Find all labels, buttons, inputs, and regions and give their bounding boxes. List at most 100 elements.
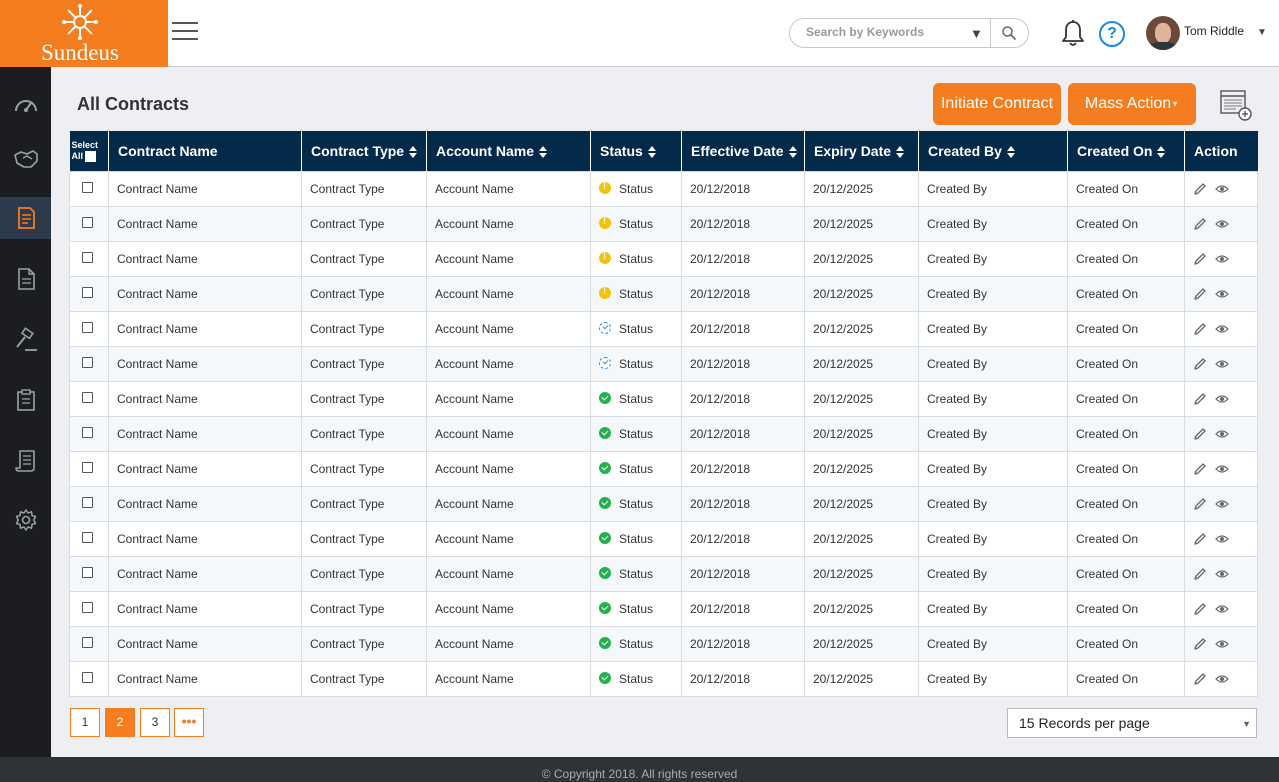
cell-contract-name[interactable]: Contract Name (108, 450, 302, 487)
column-header-account-name[interactable]: Account Name (426, 131, 591, 171)
records-per-page-select[interactable]: 15 Records per page ▼ (1007, 708, 1257, 738)
view-eye-icon[interactable] (1215, 182, 1229, 196)
sort-icon[interactable] (647, 146, 656, 159)
cell-contract-name[interactable]: Contract Name (108, 170, 302, 207)
edit-pencil-icon[interactable] (1193, 637, 1207, 651)
sidebar-item-documents[interactable] (0, 258, 51, 300)
edit-pencil-icon[interactable] (1193, 322, 1207, 336)
view-eye-icon[interactable] (1215, 252, 1229, 266)
view-eye-icon[interactable] (1215, 427, 1229, 441)
column-header-contract-name[interactable]: Contract Name (108, 131, 302, 171)
edit-pencil-icon[interactable] (1193, 182, 1207, 196)
row-checkbox[interactable] (82, 531, 93, 543)
help-icon[interactable]: ? (1099, 21, 1125, 47)
cell-contract-name[interactable]: Contract Name (108, 590, 302, 627)
row-checkbox[interactable] (82, 496, 93, 508)
row-checkbox[interactable] (82, 181, 93, 193)
mass-action-button[interactable]: Mass Action▼ (1068, 83, 1196, 125)
edit-pencil-icon[interactable] (1193, 252, 1207, 266)
row-checkbox[interactable] (82, 251, 93, 263)
notification-bell-icon[interactable] (1060, 19, 1086, 47)
sort-icon[interactable] (1006, 146, 1015, 159)
sort-icon[interactable] (896, 146, 905, 159)
view-eye-icon[interactable] (1215, 392, 1229, 406)
sort-icon[interactable] (539, 146, 548, 159)
edit-pencil-icon[interactable] (1193, 602, 1207, 616)
edit-pencil-icon[interactable] (1193, 497, 1207, 511)
edit-pencil-icon[interactable] (1193, 392, 1207, 406)
select-all-checkbox[interactable] (85, 150, 97, 162)
view-eye-icon[interactable] (1215, 287, 1229, 301)
edit-pencil-icon[interactable] (1193, 217, 1207, 231)
menu-toggle-icon[interactable] (172, 22, 198, 42)
row-checkbox[interactable] (82, 286, 93, 298)
cell-contract-name[interactable]: Contract Name (108, 660, 302, 697)
edit-pencil-icon[interactable] (1193, 427, 1207, 441)
sidebar-item-contracts[interactable] (0, 197, 51, 239)
view-eye-icon[interactable] (1215, 462, 1229, 476)
view-eye-icon[interactable] (1215, 497, 1229, 511)
search-input[interactable] (806, 25, 966, 39)
edit-pencil-icon[interactable] (1193, 462, 1207, 476)
page-button-1[interactable]: 1 (70, 708, 100, 737)
sidebar-item-records[interactable] (0, 440, 51, 482)
row-checkbox[interactable] (82, 601, 93, 613)
page-button-2[interactable]: 2 (105, 708, 135, 737)
sidebar-item-legal[interactable] (0, 319, 51, 361)
view-eye-icon[interactable] (1215, 217, 1229, 231)
select-all-header[interactable]: Select All (69, 131, 109, 171)
edit-pencil-icon[interactable] (1193, 532, 1207, 546)
cell-contract-name[interactable]: Contract Name (108, 240, 302, 277)
row-checkbox[interactable] (82, 671, 93, 683)
sort-icon[interactable] (788, 146, 797, 159)
more-pages-button[interactable]: ••• (174, 708, 204, 737)
column-header-created-by[interactable]: Created By (918, 131, 1068, 171)
view-eye-icon[interactable] (1215, 567, 1229, 581)
view-eye-icon[interactable] (1215, 322, 1229, 336)
sidebar-item-tasks[interactable] (0, 379, 51, 421)
cell-contract-name[interactable]: Contract Name (108, 555, 302, 592)
view-eye-icon[interactable] (1215, 637, 1229, 651)
cell-contract-name[interactable]: Contract Name (108, 275, 302, 312)
brand-logo[interactable]: Sundeus (0, 0, 168, 67)
sidebar-item-deals[interactable] (0, 137, 51, 179)
cell-contract-name[interactable]: Contract Name (108, 380, 302, 417)
row-checkbox[interactable] (82, 566, 93, 578)
cell-contract-name[interactable]: Contract Name (108, 520, 302, 557)
sort-icon[interactable] (1157, 146, 1166, 159)
cell-contract-name[interactable]: Contract Name (108, 625, 302, 662)
row-checkbox[interactable] (82, 321, 93, 333)
cell-contract-name[interactable]: Contract Name (108, 345, 302, 382)
column-header-created-on[interactable]: Created On (1067, 131, 1185, 171)
row-checkbox[interactable] (82, 636, 93, 648)
edit-pencil-icon[interactable] (1193, 287, 1207, 301)
sort-icon[interactable] (409, 146, 418, 159)
row-checkbox[interactable] (82, 391, 93, 403)
column-header-effective-date[interactable]: Effective Date (681, 131, 805, 171)
cell-contract-name[interactable]: Contract Name (108, 310, 302, 347)
column-header-contract-type[interactable]: Contract Type (301, 131, 427, 171)
search-filter-dropdown[interactable]: ▼ (970, 26, 983, 41)
cell-contract-name[interactable]: Contract Name (108, 205, 302, 242)
column-header-expiry-date[interactable]: Expiry Date (804, 131, 919, 171)
row-checkbox[interactable] (82, 216, 93, 228)
cell-contract-name[interactable]: Contract Name (108, 415, 302, 452)
search-icon[interactable] (1000, 24, 1018, 42)
view-eye-icon[interactable] (1215, 357, 1229, 371)
column-header-status[interactable]: Status (590, 131, 682, 171)
edit-pencil-icon[interactable] (1193, 672, 1207, 686)
sidebar-item-settings[interactable] (0, 499, 51, 541)
initiate-contract-button[interactable]: Initiate Contract (933, 83, 1061, 125)
view-eye-icon[interactable] (1215, 602, 1229, 616)
edit-pencil-icon[interactable] (1193, 357, 1207, 371)
sidebar-item-dashboard[interactable] (0, 84, 51, 126)
cell-contract-name[interactable]: Contract Name (108, 485, 302, 522)
row-checkbox[interactable] (82, 461, 93, 473)
add-report-icon[interactable] (1218, 87, 1254, 123)
avatar[interactable] (1146, 16, 1180, 50)
view-eye-icon[interactable] (1215, 672, 1229, 686)
view-eye-icon[interactable] (1215, 532, 1229, 546)
user-menu-caret-icon[interactable]: ▼ (1257, 27, 1267, 38)
page-button-3[interactable]: 3 (140, 708, 170, 737)
edit-pencil-icon[interactable] (1193, 567, 1207, 581)
